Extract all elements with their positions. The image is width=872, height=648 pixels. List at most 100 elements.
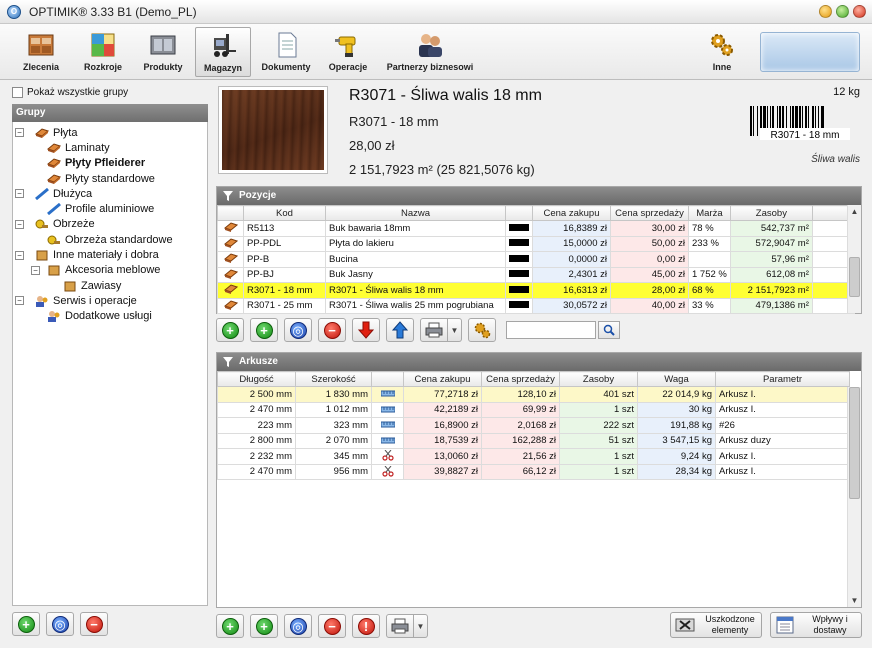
table-row[interactable]: 2 232 mm 345 mm 13,0060 zł 21,56 zł 1 szt 9,2…: [217, 448, 850, 465]
col-stock[interactable]: Zasoby: [559, 371, 638, 387]
col-type[interactable]: [371, 371, 404, 387]
positions-scrollbar[interactable]: ▲: [847, 205, 861, 313]
toolbar-partners-button[interactable]: Partnerzy biznesowi: [382, 27, 478, 77]
tree-item[interactable]: Dodatkowe usługi: [13, 309, 207, 324]
collapse-icon[interactable]: −: [15, 250, 24, 260]
tree-item[interactable]: Zawiasy: [13, 278, 207, 293]
toolbar-documents-button[interactable]: Dokumenty: [257, 27, 315, 77]
damaged-elements-button[interactable]: Uszkodzone elementy: [670, 612, 762, 638]
add-position-button[interactable]: +: [216, 318, 244, 342]
toolbar-warehouse-button[interactable]: Magazyn: [195, 27, 251, 77]
add-copy-position-button[interactable]: +: [250, 318, 278, 342]
col-margin[interactable]: Marża: [688, 205, 731, 221]
table-row[interactable]: 223 mm 323 mm 16,8900 zł 2,0168 zł 222 szt 19…: [217, 417, 850, 434]
print-sheets-button[interactable]: [386, 614, 414, 638]
toolbar-other-button[interactable]: Inne: [702, 27, 742, 77]
delete-sheet-button[interactable]: −: [318, 614, 346, 638]
toolbar-products-button[interactable]: Produkty: [136, 27, 190, 77]
search-input[interactable]: [506, 321, 596, 339]
sheets-scrollbar[interactable]: ▼: [847, 387, 861, 607]
tree-item[interactable]: Laminaty: [13, 140, 207, 155]
cell-length: 2 470 mm: [217, 463, 296, 480]
cell-weight: 28,34 kg: [637, 463, 716, 480]
search-button[interactable]: [598, 321, 620, 339]
print-button[interactable]: [420, 318, 448, 342]
table-row[interactable]: 2 500 mm 1 830 mm 77,2718 zł 128,10 zł 401 s…: [217, 386, 850, 403]
tree-item[interactable]: − Obrzeże: [13, 217, 207, 232]
group-tree[interactable]: − Płyta Laminaty Płyty Pfleiderer Płyty stan…: [12, 122, 208, 606]
edit-sheet-button[interactable]: ◎: [284, 614, 312, 638]
cell-weight: 3 547,15 kg: [637, 432, 716, 449]
toolbar-cutting-button[interactable]: Rozkroje: [76, 27, 130, 77]
move-down-button[interactable]: [352, 318, 380, 342]
edit-position-button[interactable]: ◎: [284, 318, 312, 342]
col-purchase-price[interactable]: Cena zakupu: [532, 205, 611, 221]
col-name[interactable]: Nazwa: [325, 205, 506, 221]
tree-item[interactable]: − Dłużyca: [13, 186, 207, 201]
col-weight[interactable]: Waga: [637, 371, 716, 387]
move-up-button[interactable]: [386, 318, 414, 342]
show-all-groups-checkbox[interactable]: Pokaż wszystkie grupy: [12, 84, 208, 100]
col-code[interactable]: Kod: [243, 205, 326, 221]
collapse-icon[interactable]: −: [15, 128, 24, 138]
scroll-thumb[interactable]: [849, 387, 860, 499]
table-row[interactable]: 2 800 mm 2 070 mm 18,7539 zł 162,288 zł 51 s…: [217, 432, 850, 449]
delete-position-button[interactable]: −: [318, 318, 346, 342]
damaged-label-2: elementy: [711, 625, 749, 635]
maximize-button[interactable]: [836, 5, 849, 18]
table-row[interactable]: R3071 - 18 mm R3071 - Śliwa walis 18 mm 16…: [217, 282, 855, 299]
print-dropdown-button[interactable]: ▼: [448, 318, 462, 342]
collapse-icon[interactable]: −: [15, 189, 24, 199]
col-stock[interactable]: Zasoby: [729, 205, 813, 221]
col-parameter[interactable]: Parametr: [715, 371, 850, 387]
close-button[interactable]: [853, 5, 866, 18]
collapse-icon[interactable]: −: [15, 219, 24, 229]
tree-item[interactable]: − Inne materiały i dobra: [13, 247, 207, 262]
col-sale-price[interactable]: Cena sprzedaży: [610, 205, 689, 221]
delete-group-button[interactable]: −: [80, 612, 108, 636]
table-row[interactable]: PP-B Bucina 0,0000 zł 0,00 zł 57,96 m²: [217, 251, 855, 268]
tree-item[interactable]: − Płyta: [13, 125, 207, 140]
add-group-button[interactable]: +: [12, 612, 40, 636]
product-price: 28,00 zł: [349, 138, 395, 153]
table-row[interactable]: R3071 - 25 mm R3071 - Śliwa walis 25 mm p…: [217, 297, 855, 314]
col-length[interactable]: Długość: [217, 371, 296, 387]
delete-sheet-warning-button[interactable]: !: [352, 614, 380, 638]
checkbox-box[interactable]: [12, 86, 23, 98]
settings-button[interactable]: [468, 318, 496, 342]
tree-item[interactable]: − Serwis i operacje: [13, 293, 207, 308]
add-sheet-button[interactable]: +: [216, 614, 244, 638]
ruler-icon: [380, 406, 395, 413]
collapse-icon[interactable]: −: [31, 265, 40, 275]
scroll-down-icon[interactable]: ▼: [848, 594, 861, 607]
col-purchase-price[interactable]: Cena zakupu: [403, 371, 482, 387]
collapse-icon[interactable]: −: [15, 296, 24, 306]
tree-item[interactable]: Płyty Pfleiderer: [13, 156, 207, 171]
scroll-up-icon[interactable]: ▲: [848, 205, 861, 218]
cell-stock: 1 szt: [559, 401, 638, 418]
add-copy-sheet-button[interactable]: +: [250, 614, 278, 638]
col-width[interactable]: Szerokość: [295, 371, 372, 387]
flows-deliveries-button[interactable]: Wpływy i dostawy: [770, 612, 862, 638]
table-row[interactable]: PP-BJ Buk Jasny 2,4301 zł 45,00 zł 1 752 % 61…: [217, 266, 855, 283]
table-row[interactable]: 2 470 mm 956 mm 39,8827 zł 66,12 zł 1 szt 28,…: [217, 463, 850, 480]
filter-icon[interactable]: [223, 357, 233, 367]
tree-item[interactable]: Obrzeża standardowe: [13, 232, 207, 247]
table-row[interactable]: R5113 Buk bawaria 18mm 16,8389 zł 30,00 zł 7…: [217, 220, 855, 237]
edit-group-button[interactable]: ◎: [46, 612, 74, 636]
toolbar-orders-button[interactable]: Zlecenia: [14, 27, 68, 77]
toolbar-operations-button[interactable]: Operacje: [322, 27, 374, 77]
table-row[interactable]: 2 470 mm 1 012 mm 42,2189 zł 69,99 zł 1 szt 3…: [217, 401, 850, 418]
tree-item[interactable]: Profile aluminiowe: [13, 201, 207, 216]
filter-icon[interactable]: [223, 191, 233, 201]
scroll-thumb[interactable]: [849, 257, 860, 297]
main-toolbar: Zlecenia Rozkroje Produkty Magazyn Dokum…: [0, 24, 872, 80]
col-color[interactable]: [505, 205, 533, 221]
tree-item[interactable]: Płyty standardowe: [13, 171, 207, 186]
col-sale-price[interactable]: Cena sprzedaży: [481, 371, 560, 387]
minimize-button[interactable]: [819, 5, 832, 18]
table-row[interactable]: PP-PDL Płyta do lakieru 15,0000 zł 50,00 zł…: [217, 235, 855, 252]
tree-item[interactable]: − Akcesoria meblowe: [13, 263, 207, 278]
cell-margin: 78 %: [688, 220, 731, 237]
print-sheets-dropdown-button[interactable]: ▼: [414, 614, 428, 638]
